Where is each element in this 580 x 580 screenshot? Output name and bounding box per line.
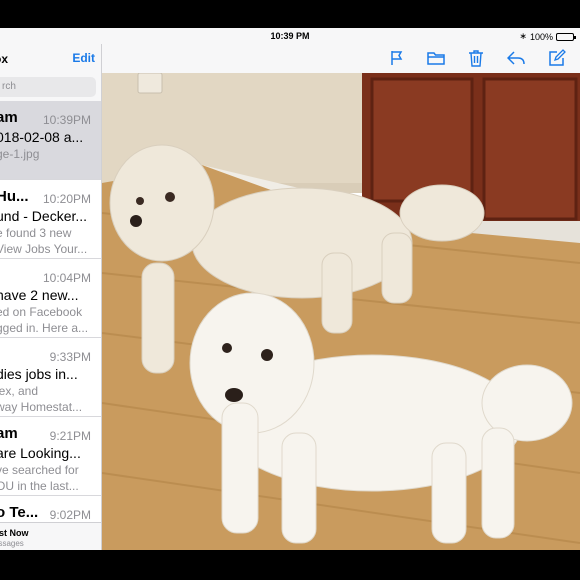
message-preview-line2: OU in the last... — [0, 479, 79, 493]
message-sender: am — [0, 425, 18, 442]
message-subject: have 2 new... — [0, 287, 79, 303]
message-time: 10:04PM — [42, 271, 91, 285]
message-time: 9:21PM — [49, 429, 91, 443]
message-subject: dies jobs in... — [0, 366, 78, 382]
battery-percent: 100% — [529, 31, 553, 42]
status-right: ∗ 100% — [519, 31, 576, 42]
message-preview: lex, and — [0, 384, 39, 398]
message-time: 10:39PM — [42, 113, 91, 127]
message-time: 10:20PM — [42, 192, 91, 206]
message-sender: o Te... — [0, 504, 39, 521]
message-subject: 018-02-08 a... — [0, 129, 84, 145]
updated-status: ast Now — [0, 528, 29, 538]
message-sender: am — [0, 109, 18, 126]
list-item[interactable]: am 9:21PM are Looking... ve searched for… — [0, 417, 101, 496]
message-time: 9:02PM — [49, 508, 91, 522]
flag-icon[interactable] — [386, 47, 408, 69]
search-input[interactable]: rch — [0, 77, 96, 97]
message-preview: e found 3 new — [0, 226, 72, 240]
list-header: ox Edit rch — [0, 44, 101, 101]
folder-icon[interactable] — [425, 47, 447, 69]
message-subject: und - Decker... — [0, 208, 88, 224]
message-preview-line2: gged in. Here a... — [0, 321, 89, 335]
bluetooth-icon: ∗ — [519, 31, 527, 41]
detail-toolbar — [102, 44, 580, 73]
mailbox-title: ox — [0, 52, 9, 66]
list-item[interactable]: Hu... 10:20PM und - Decker... e found 3 … — [0, 180, 101, 259]
status-time: 10:39 PM — [270, 31, 310, 41]
compose-icon[interactable] — [546, 47, 568, 69]
reply-icon[interactable] — [505, 47, 527, 69]
message-preview-line2: View Jobs Your... — [0, 242, 88, 256]
battery-icon — [556, 32, 576, 41]
message-detail-pane — [102, 44, 580, 550]
message-preview: ve searched for — [0, 463, 79, 477]
message-preview: ge-1.jpg — [0, 147, 40, 161]
attached-photo-dogs — [102, 73, 580, 550]
list-item[interactable]: 9:33PM dies jobs in... lex, and way Home… — [0, 338, 101, 417]
list-item[interactable]: am 10:39PM 018-02-08 a... ge-1.jpg — [0, 101, 101, 180]
status-bar: 10:39 PM ∗ 100% — [0, 28, 580, 44]
message-sender: Hu... — [0, 188, 29, 205]
mailbox-list-pane: ox Edit rch am 10:39PM 018-02-08 a... ge… — [0, 44, 102, 550]
list-footer: ast Now essages — [0, 522, 101, 550]
list-item[interactable]: 10:04PM have 2 new... ed on Facebook gge… — [0, 259, 101, 338]
message-time: 9:33PM — [49, 350, 91, 364]
unread-count-status: essages — [0, 539, 24, 548]
ipad-screen: 10:39 PM ∗ 100% ox Edit rch am 10:39PM 0… — [0, 28, 580, 550]
message-subject: are Looking... — [0, 445, 81, 461]
trash-icon[interactable] — [465, 47, 487, 69]
edit-button[interactable]: Edit — [72, 51, 95, 65]
message-preview-line2: way Homestat... — [0, 400, 83, 414]
message-preview: ed on Facebook — [0, 305, 83, 319]
